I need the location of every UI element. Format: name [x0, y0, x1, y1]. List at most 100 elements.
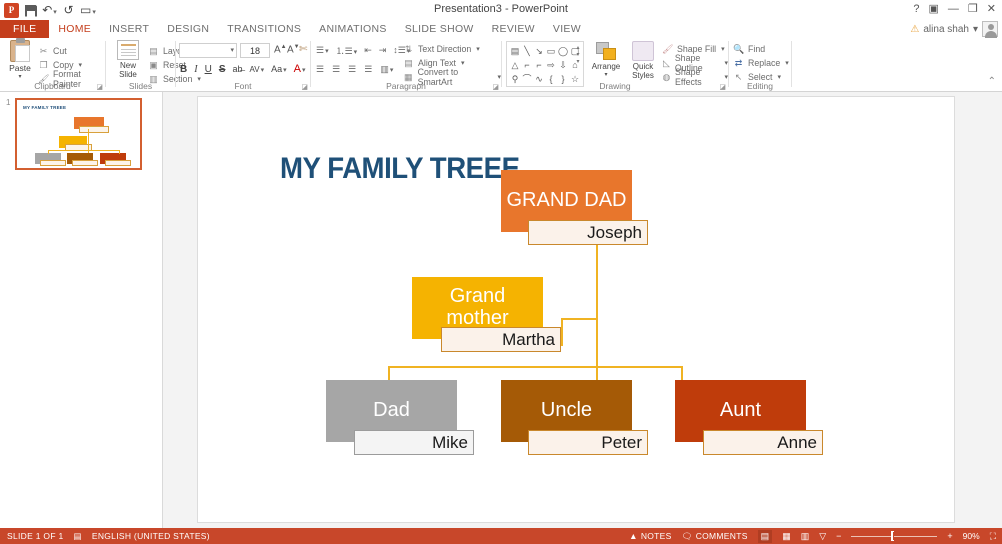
shape-fill-caret-icon[interactable]: ▾ [721, 45, 725, 53]
shape-textbox-icon[interactable]: ▤ [509, 44, 521, 58]
zoom-out-button[interactable]: − [836, 531, 841, 541]
tab-review[interactable]: REVIEW [483, 20, 544, 38]
comments-button[interactable]: 🗨 COMMENTS [682, 531, 748, 542]
drawing-dialog-launcher[interactable]: ◪ [719, 83, 726, 91]
shape-elbow2-icon[interactable]: ⌐ [533, 58, 545, 72]
close-icon[interactable]: ✕ [987, 2, 996, 15]
reading-view-icon[interactable]: ▥ [801, 531, 810, 542]
thumb-connector [48, 150, 120, 151]
slide-indicator[interactable]: SLIDE 1 OF 1 [7, 531, 64, 541]
bold-button[interactable]: B [180, 64, 187, 75]
font-name-input[interactable]: ▾ [179, 43, 237, 58]
shadow-button[interactable]: S [219, 64, 226, 75]
tab-home[interactable]: HOME [49, 20, 101, 38]
shape-elbow-icon[interactable]: ⌐ [521, 58, 533, 72]
align-text-caret-icon[interactable]: ▾ [461, 59, 465, 67]
arrange-caret-icon[interactable]: ▾ [588, 71, 624, 78]
tab-file[interactable]: FILE [0, 20, 50, 38]
font-name-caret-icon[interactable]: ▾ [230, 46, 234, 54]
account-name[interactable]: alina shah [923, 24, 969, 35]
node-aunt-label[interactable]: Anne [703, 430, 823, 455]
shape-down-arrow-icon[interactable]: ⇩ [557, 58, 569, 72]
change-case-icon[interactable]: Aa▾ [271, 64, 287, 74]
bullets-icon[interactable]: ☰▾ [316, 45, 329, 56]
font-color-icon[interactable]: A▾ [294, 63, 306, 75]
tab-transitions[interactable]: TRANSITIONS [218, 20, 310, 38]
tab-animations[interactable]: ANIMATIONS [310, 20, 396, 38]
quick-styles-button[interactable]: Quick Styles [626, 41, 660, 80]
node-dad-label[interactable]: Mike [354, 430, 474, 455]
title-bar: P ↶▾ ↺ ▭▾ Presentation3 - PowerPoint ? ▣… [0, 0, 1002, 20]
find-button[interactable]: 🔍 Find [733, 42, 789, 56]
replace-caret-icon[interactable]: ▾ [785, 59, 789, 67]
clipboard-dialog-launcher[interactable]: ◪ [96, 83, 103, 91]
increase-font-size-icon[interactable]: A▲ [274, 44, 287, 55]
account-area[interactable]: ⚠ alina shah ▾ [910, 20, 998, 38]
cut-button[interactable]: ✂ Cut [38, 44, 105, 58]
increase-indent-icon[interactable]: ⇥ [379, 45, 387, 56]
node-grand-dad-label[interactable]: Joseph [528, 220, 648, 245]
justify-icon[interactable]: ☰ [364, 64, 372, 75]
underline-button[interactable]: U [205, 64, 212, 75]
shape-right-arrow-icon[interactable]: ⇨ [545, 58, 557, 72]
restore-icon[interactable]: ❐ [968, 2, 978, 15]
shape-oval-icon[interactable]: ◯ [557, 44, 569, 58]
help-icon[interactable]: ? [913, 3, 919, 15]
character-spacing-icon[interactable]: AV▾ [250, 65, 265, 74]
numbering-icon[interactable]: ⒈☰▾ [336, 44, 358, 57]
fit-slide-icon[interactable]: ⛶ [990, 531, 996, 542]
shape-triangle-icon[interactable]: △ [509, 58, 521, 72]
paragraph-dialog-launcher[interactable]: ◪ [492, 83, 499, 91]
spell-check-icon[interactable]: ▤ [74, 531, 82, 542]
avatar[interactable] [982, 21, 998, 38]
shapes-scroll[interactable]: ▴ ▾ ▾ [574, 44, 582, 86]
text-direction-button[interactable]: ⇅ Text Direction ▾ [403, 42, 501, 56]
slide-editor[interactable]: MY FAMILY TREEE GRAND DAD Joseph Grand m… [197, 96, 955, 523]
zoom-level-label[interactable]: 90% [963, 531, 980, 541]
new-slide-button[interactable]: New Slide [111, 40, 145, 79]
tab-design[interactable]: DESIGN [158, 20, 218, 38]
account-warning-icon: ⚠ [910, 23, 920, 35]
font-dialog-launcher[interactable]: ◪ [301, 83, 308, 91]
account-caret-icon[interactable]: ▾ [973, 24, 978, 35]
clear-formatting-icon[interactable]: ✄ [299, 44, 307, 55]
zoom-slider[interactable] [851, 531, 938, 541]
replace-button[interactable]: ⇄ Replace ▾ [733, 56, 789, 70]
node-grand-mother-label[interactable]: Martha [441, 327, 561, 352]
align-right-icon[interactable]: ☰ [348, 64, 356, 75]
collapse-ribbon-icon[interactable]: ⌃ [988, 76, 996, 87]
minimize-icon[interactable]: — [948, 3, 959, 15]
slide-thumbnail-1[interactable]: MY FAMILY TREEE [15, 98, 142, 170]
connector-grandmother-stub [561, 318, 563, 346]
text-direction-caret-icon[interactable]: ▾ [476, 45, 480, 53]
font-size-input[interactable]: 18 [240, 43, 270, 58]
decrease-font-size-icon[interactable]: A▼ [287, 44, 300, 55]
shape-line-icon[interactable]: ╲ [521, 44, 533, 58]
language-indicator[interactable]: ENGLISH (UNITED STATES) [92, 531, 210, 541]
columns-icon[interactable]: ▥▾ [380, 64, 393, 75]
decrease-indent-icon[interactable]: ⇤ [364, 45, 372, 56]
ribbon-display-options-icon[interactable]: ▣ [929, 2, 939, 15]
slide-title-text[interactable]: MY FAMILY TREEE [280, 152, 520, 186]
tab-insert[interactable]: INSERT [100, 20, 158, 38]
zoom-in-button[interactable]: + [947, 531, 952, 541]
strikethrough-button[interactable]: ab̶ [232, 64, 242, 74]
shape-rect-icon[interactable]: ▭ [545, 44, 557, 58]
arrange-button[interactable]: Arrange ▾ [588, 41, 624, 78]
align-center-icon[interactable]: ☰ [332, 64, 340, 75]
paste-caret-icon[interactable]: ▾ [5, 73, 35, 80]
copy-caret-icon[interactable]: ▾ [79, 61, 83, 69]
shapes-grid[interactable]: ▤ ╲ ↘ ▭ ◯ ▢ △ ⌐ ⌐ ⇨ ⇩ ⌂ ⚲ ⌒ ∿ { } ☆ [509, 44, 581, 86]
notes-button[interactable]: ▲ NOTES [629, 531, 672, 541]
tab-slide-show[interactable]: SLIDE SHOW [396, 20, 483, 38]
slideshow-icon[interactable]: ▽ [819, 531, 826, 542]
slide-sorter-icon[interactable]: ▦ [782, 531, 791, 542]
tab-view[interactable]: VIEW [544, 20, 590, 38]
align-left-icon[interactable]: ☰ [316, 64, 324, 75]
italic-button[interactable]: I [194, 64, 197, 75]
shape-arrow-icon[interactable]: ↘ [533, 44, 545, 58]
node-uncle-label[interactable]: Peter [528, 430, 648, 455]
paste-button[interactable]: Paste ▾ [5, 38, 35, 80]
normal-view-icon[interactable]: ▤ [757, 529, 773, 543]
select-caret-icon[interactable]: ▾ [777, 73, 781, 81]
